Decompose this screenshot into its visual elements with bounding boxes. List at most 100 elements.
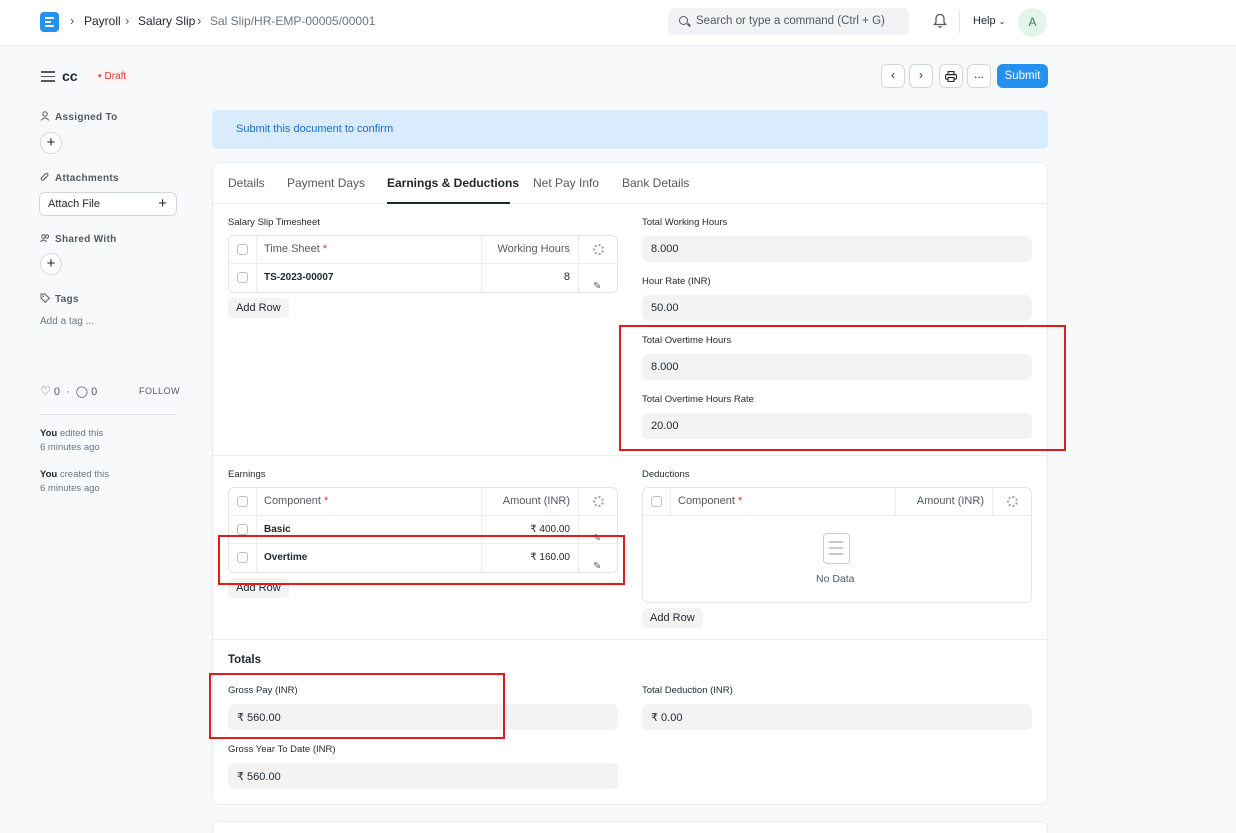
attach-file-button[interactable]: Attach File + (39, 192, 177, 216)
edit-pencil-icon[interactable]: ✎ (593, 273, 601, 292)
select-all-checkbox[interactable] (237, 496, 248, 507)
tag-icon (40, 293, 50, 303)
printer-icon (945, 71, 957, 83)
tags-text: Tags (55, 294, 79, 305)
section-divider (212, 639, 1048, 640)
comment-icon[interactable]: ◯ (76, 386, 88, 398)
sidebar-divider (40, 414, 176, 415)
cell-working-hours[interactable]: 8 (482, 264, 579, 292)
table-header-row: Component * Amount (INR) (643, 488, 1031, 516)
likes-comments: ♡ 0 · ◯ 0 (40, 384, 97, 398)
assigned-to-label: Assigned To (40, 111, 118, 123)
timesheet-add-row-button[interactable]: Add Row (228, 298, 289, 318)
status-badge: Draft (92, 69, 133, 85)
gear-icon[interactable] (593, 244, 604, 255)
row-checkbox[interactable] (237, 272, 248, 283)
active-tab-indicator (387, 202, 510, 204)
next-doc-button[interactable]: › (909, 64, 933, 88)
breadcrumb-salary-slip[interactable]: Salary Slip (138, 14, 195, 28)
more-actions-button[interactable]: ... (967, 64, 991, 88)
header-text: Time Sheet (264, 243, 320, 255)
activity-time: 6 minutes ago (40, 483, 100, 494)
user-avatar[interactable]: A (1018, 8, 1047, 37)
gear-icon[interactable] (1007, 496, 1018, 507)
settings-cell (993, 488, 1031, 515)
follow-button[interactable]: FOLLOW (139, 386, 180, 396)
select-all-checkbox[interactable] (237, 244, 248, 255)
select-all-checkbox[interactable] (651, 496, 662, 507)
column-header-amount: Amount (INR) (482, 488, 579, 515)
highlight-box-overtime-fields (619, 325, 1066, 451)
tab-payment-days[interactable]: Payment Days (287, 176, 365, 190)
heart-icon[interactable]: ♡ (40, 384, 51, 398)
field-value: ₹ 560.00 (237, 771, 281, 783)
add-share-button[interactable]: + (40, 253, 62, 275)
sidebar-toggle-icon[interactable] (41, 71, 55, 82)
gear-icon[interactable] (593, 496, 604, 507)
header-text: Component (678, 495, 735, 507)
notification-bell-icon[interactable] (933, 13, 947, 29)
highlight-box-overtime-row (218, 535, 625, 585)
no-data-text: No Data (816, 573, 855, 585)
gross-ytd-field[interactable]: ₹ 560.00 (228, 763, 618, 789)
edit-cell: ✎ (579, 264, 617, 292)
tags-label: Tags (40, 293, 79, 305)
breadcrumb-current-doc: Sal Slip/HR-EMP-00005/00001 (210, 14, 376, 28)
section-divider (212, 455, 1048, 456)
table-header-row: Component * Amount (INR) (229, 488, 617, 516)
column-header-component: Component * (671, 488, 896, 515)
chevron-right-icon: › (70, 13, 75, 28)
tab-bank-details[interactable]: Bank Details (622, 176, 689, 190)
total-working-hours-field[interactable]: 8.000 (642, 236, 1032, 262)
hour-rate-label: Hour Rate (INR) (642, 276, 711, 287)
tabs-divider (212, 203, 1048, 204)
submit-banner: Submit this document to confirm (212, 110, 1048, 149)
row-checkbox[interactable] (237, 524, 248, 535)
column-header-amount: Amount (INR) (896, 488, 993, 515)
deductions-add-row-button[interactable]: Add Row (642, 608, 703, 628)
submit-button[interactable]: Submit (997, 64, 1048, 88)
add-tag-link[interactable]: Add a tag ... (40, 316, 94, 327)
hour-rate-field[interactable]: 50.00 (642, 295, 1032, 321)
previous-doc-button[interactable]: ‹ (881, 64, 905, 88)
plus-icon: + (46, 134, 56, 151)
empty-list-icon (823, 533, 850, 564)
print-button[interactable] (939, 64, 963, 88)
comments-count: 0 (91, 386, 98, 398)
table-row[interactable]: TS-2023-00007 8 ✎ (229, 264, 617, 292)
timesheet-label: Salary Slip Timesheet (228, 217, 320, 228)
app-logo-icon[interactable] (40, 12, 59, 32)
totals-heading: Totals (228, 654, 262, 666)
column-header-time-sheet: Time Sheet * (257, 236, 482, 263)
shared-with-text: Shared With (55, 234, 117, 245)
highlight-box-gross-pay (209, 673, 505, 739)
activity-time: 6 minutes ago (40, 442, 100, 453)
column-header-working-hours: Working Hours (482, 236, 579, 263)
search-placeholder: Search or type a command (Ctrl + G) (696, 15, 885, 27)
help-dropdown[interactable]: Help ⌄ (973, 15, 1005, 27)
total-deduction-field[interactable]: ₹ 0.00 (642, 704, 1032, 730)
add-assignee-button[interactable]: + (40, 132, 62, 154)
search-input[interactable]: Search or type a command (Ctrl + G) (668, 8, 909, 35)
activity-action: edited this (57, 428, 104, 439)
cell-time-sheet[interactable]: TS-2023-00007 (257, 264, 482, 292)
tab-earnings-deductions[interactable]: Earnings & Deductions (387, 176, 519, 190)
plus-icon: + (46, 255, 56, 272)
likes-count: 0 (53, 386, 60, 398)
tab-details[interactable]: Details (228, 176, 265, 190)
field-value: ₹ 0.00 (651, 712, 683, 724)
attach-file-label: Attach File (48, 198, 100, 210)
row-select-cell (229, 264, 257, 292)
dot-separator: · (66, 386, 70, 398)
chevron-right-icon: › (197, 13, 202, 28)
activity-item: You created this 6 minutes ago (40, 468, 109, 496)
select-all-cell (229, 488, 257, 515)
breadcrumb-payroll[interactable]: Payroll (84, 14, 121, 28)
tab-net-pay-info[interactable]: Net Pay Info (533, 176, 599, 190)
banner-text: Submit this document to confirm (236, 123, 394, 135)
required-marker: * (737, 495, 743, 507)
chevron-right-icon: › (919, 68, 923, 82)
help-label: Help (973, 15, 996, 27)
chevron-left-icon: ‹ (891, 68, 895, 82)
field-value: 50.00 (651, 302, 679, 314)
